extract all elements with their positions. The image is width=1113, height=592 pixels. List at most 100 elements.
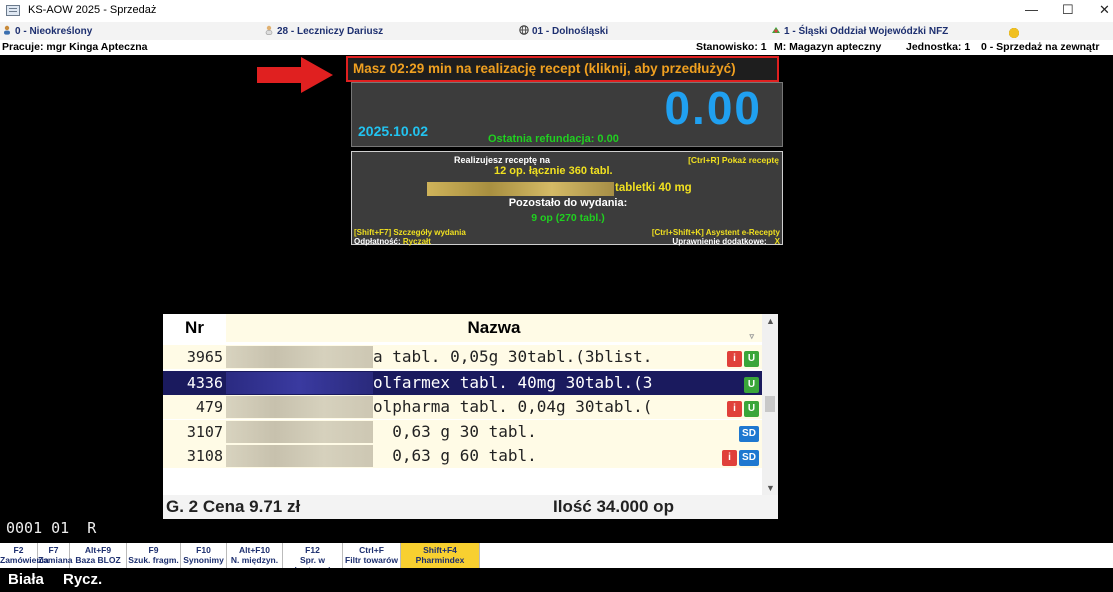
fkey-shift-f4[interactable]: Shift+F4 Pharmindex: [401, 543, 480, 568]
user-label: Pracuje: mgr Kinga Apteczna: [2, 41, 148, 53]
redacted-name: [226, 372, 373, 394]
redacted-name: [226, 445, 373, 467]
nfz-icon: [772, 27, 780, 33]
fkey-shortcut: Alt+F9: [84, 545, 112, 555]
region-info[interactable]: 01 - Dolnośląski: [519, 25, 608, 37]
scroll-up-icon[interactable]: ▲: [766, 316, 775, 326]
person-icon: [4, 25, 10, 35]
row-name: olpharma tabl. 0,04g 30tabl.(: [373, 397, 653, 416]
quantity: Ilość 34.000 op: [553, 497, 674, 516]
close-button[interactable]: ✕: [1099, 2, 1110, 18]
maximize-button[interactable]: ☐: [1062, 2, 1074, 18]
work-bar: Pracuje: mgr Kinga Apteczna Stanowisko: …: [0, 40, 1113, 55]
doctor-icon: [265, 25, 273, 35]
red-arrow-icon: [257, 57, 333, 93]
fkey-f10[interactable]: F10 Synonimy: [181, 543, 227, 568]
fkey-label: Zamiana: [38, 555, 73, 565]
scroll-down-icon[interactable]: ▼: [766, 483, 775, 493]
fkey-shortcut: F9: [148, 545, 159, 555]
fkey-shortcut: F10: [196, 545, 211, 555]
info-badge-icon: i: [727, 351, 742, 367]
refund-u-badge-icon: U: [744, 401, 759, 417]
redacted-name: [226, 346, 373, 368]
fkey-shortcut: F7: [48, 545, 59, 555]
doctor-info[interactable]: 28 - Leczniczy Dariusz: [264, 25, 383, 37]
rx-title: Realizujesz receptę na: [453, 155, 551, 165]
fkey-alt-f9[interactable]: Alt+F9 Baza BLOZ: [70, 543, 127, 568]
row-badges: SD: [737, 423, 759, 442]
fkey-shortcut: F2: [13, 545, 24, 555]
additional-permission: Uprawnienie dodatkowe: X: [672, 237, 780, 246]
grid-scrollbar[interactable]: ▲ ▼: [762, 314, 778, 495]
minimize-button[interactable]: —: [1025, 2, 1038, 17]
sale-date: 2025.10.02: [358, 123, 429, 139]
fkey-label: Zamówienia: [0, 555, 49, 565]
fkey-shortcut: F12: [305, 545, 320, 555]
row-badges: i SD: [720, 447, 759, 466]
fkey-alt-f10[interactable]: Alt+F10 N. międzyn.: [227, 543, 283, 568]
product-grid[interactable]: Nr Nazwa ▿ 3965 a tabl. 0,05g 30tabl.(3bl…: [163, 314, 778, 519]
patient-info[interactable]: 0 - Nieokreślony: [2, 25, 92, 37]
row-number: 3108: [186, 447, 223, 465]
transaction-code: 0001 01 R: [6, 519, 97, 537]
refund-u-badge-icon: U: [744, 351, 759, 367]
row-badges: iU: [725, 398, 759, 417]
column-header-name[interactable]: Nazwa ▿: [226, 314, 762, 342]
fkey-ctrl-f[interactable]: Ctrl+F Filtr towarów: [343, 543, 401, 568]
table-row[interactable]: 3108 0,63 g 60 tabl. i SD: [163, 444, 762, 468]
globe-icon: [519, 25, 529, 35]
fkey-f2[interactable]: F2 Zamówienia: [0, 543, 49, 568]
unit-label: Jednostka: 1: [906, 41, 971, 53]
redacted-drug-name: [427, 182, 614, 196]
redacted-name: [226, 421, 373, 443]
scroll-thumb[interactable]: [765, 396, 775, 412]
sale-mode-label: 0 - Sprzedaż na zewnątr: [981, 41, 1100, 53]
payment-mode: Rycz.: [63, 571, 103, 588]
show-prescription-shortcut[interactable]: [Ctrl+R] Pokaż receptę: [688, 155, 779, 165]
summary-panel: 0.00 2025.10.02 Ostatnia refundacja: 0.0…: [351, 82, 783, 147]
table-row[interactable]: 4336 olfarmex tabl. 40mg 30tabl.(3 U: [163, 371, 762, 395]
rx-remaining-label: Pozostało do wydania:: [508, 197, 628, 209]
status-bar: Biała Rycz.: [0, 568, 1113, 592]
refund-u-badge-icon: U: [744, 377, 759, 393]
table-row[interactable]: 479 olpharma tabl. 0,04g 30tabl.( i U: [163, 395, 762, 419]
fkey-f12[interactable]: F12Spr. w hurtowni: [283, 543, 343, 575]
row-name: 0,63 g 30 tabl.: [373, 422, 537, 441]
row-badges: iU: [725, 348, 759, 367]
status-light-4: [1009, 28, 1019, 38]
rx-drug-form: tabletki 40 mg: [615, 182, 692, 194]
timer-text: Masz 02:29 min na realizację recept (kli…: [353, 61, 736, 76]
row-name: olfarmex tabl. 40mg 30tabl.(3: [373, 373, 653, 392]
details-shortcut[interactable]: [Shift+F7] Szczegóły wydania: [354, 228, 466, 237]
prescription-panel: Realizujesz receptę na [Ctrl+R] Pokaż re…: [351, 151, 783, 246]
fkey-label: Pharmindex: [415, 555, 465, 565]
row-number: 479: [195, 398, 223, 416]
table-row[interactable]: 3965 a tabl. 0,05g 30tabl.(3blist. i U: [163, 345, 762, 369]
payment-type: Odpłatność: Ryczałt: [354, 237, 431, 246]
assistant-shortcut[interactable]: [Ctrl+Shift+K] Asystent e-Recepty: [652, 228, 780, 237]
fkey-shortcut: Ctrl+F: [359, 545, 384, 555]
sd-badge-icon: SD: [739, 426, 759, 442]
row-name: a tabl. 0,05g 30tabl.(3blist.: [373, 347, 653, 366]
info-badge-icon: i: [727, 401, 742, 417]
fkey-shortcut: Alt+F10: [239, 545, 270, 555]
redacted-name: [226, 396, 373, 418]
prescription-type: Biała: [8, 571, 44, 588]
magazine-label: M: Magazyn apteczny: [774, 41, 882, 53]
table-row[interactable]: 3107 0,63 g 30 tabl. SD: [163, 420, 762, 444]
fkey-label: Synonimy: [183, 555, 224, 565]
fkey-f9[interactable]: F9 Szuk. fragm.: [127, 543, 181, 568]
nfz-info[interactable]: 1 - Śląski Oddział Wojewódzki NFZ: [771, 25, 948, 37]
row-number: 4336: [186, 374, 223, 392]
fkey-f7[interactable]: F7 Zamiana: [38, 543, 73, 568]
app-icon: [6, 5, 20, 16]
prescription-timer[interactable]: Masz 02:29 min na realizację recept (kli…: [346, 56, 779, 82]
row-badges: U: [742, 374, 759, 393]
window-title: KS-AOW 2025 - Sprzedaż: [28, 4, 157, 16]
column-header-nr[interactable]: Nr: [163, 314, 226, 342]
row-number: 3965: [186, 348, 223, 366]
sd-badge-icon: SD: [739, 450, 759, 466]
fkey-label: Baza BLOZ: [75, 555, 121, 565]
grid-footer: G. 2 Cena 9.71 zł Ilość 34.000 op: [163, 495, 778, 519]
info-bar: 0 - Nieokreślony 28 - Leczniczy Dariusz …: [0, 22, 1113, 40]
